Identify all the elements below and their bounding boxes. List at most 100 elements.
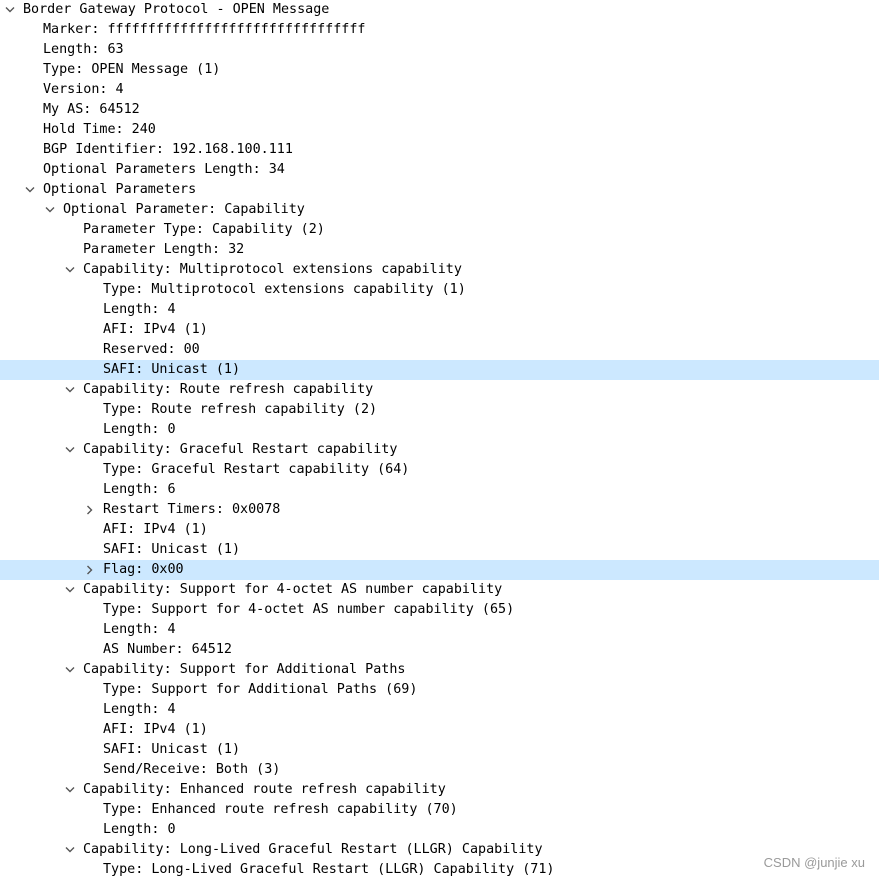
tree-row-label: Reserved: 00 [103, 342, 200, 357]
tree-row[interactable]: Capability: Graceful Restart capability [0, 440, 879, 460]
tree-row-label: Optional Parameters Length: 34 [43, 162, 285, 177]
tree-row[interactable]: Capability: Long-Lived Graceful Restart … [0, 840, 879, 860]
chevron-right-icon[interactable] [83, 500, 97, 520]
tree-row-label: Type: Graceful Restart capability (64) [103, 462, 410, 477]
tree-row[interactable]: My AS: 64512 [0, 100, 879, 120]
tree-row[interactable]: Length: 4 [0, 700, 879, 720]
tree-row[interactable]: Border Gateway Protocol - OPEN Message [0, 0, 879, 20]
tree-row[interactable]: AS Number: 64512 [0, 640, 879, 660]
tree-row-label: Capability: Multiprotocol extensions cap… [83, 262, 462, 277]
tree-row[interactable]: Capability: Enhanced route refresh capab… [0, 780, 879, 800]
tree-row[interactable]: Type: Multiprotocol extensions capabilit… [0, 280, 879, 300]
tree-row-label: AFI: IPv4 (1) [103, 322, 208, 337]
chevron-down-icon[interactable] [43, 200, 57, 220]
tree-row-label: AFI: IPv4 (1) [103, 522, 208, 537]
tree-row[interactable]: Reserved: 00 [0, 340, 879, 360]
tree-row-label: Type: OPEN Message (1) [43, 62, 221, 77]
tree-row[interactable]: Capability: Support for Additional Paths [0, 660, 879, 680]
tree-row-label: Capability: Route refresh capability [83, 382, 374, 397]
tree-row[interactable]: Hold Time: 240 [0, 120, 879, 140]
tree-row-label: Optional Parameters [43, 182, 197, 197]
chevron-down-icon[interactable] [63, 780, 77, 800]
tree-row[interactable]: Length: 6 [0, 480, 879, 500]
tree-row-label: Length: 63 [43, 42, 124, 57]
chevron-down-icon[interactable] [63, 440, 77, 460]
tree-row-label: BGP Identifier: 192.168.100.111 [43, 142, 293, 157]
chevron-down-icon[interactable] [3, 0, 17, 20]
tree-row-label: Type: Route refresh capability (2) [103, 402, 378, 417]
tree-row[interactable]: Capability: Route refresh capability [0, 380, 879, 400]
tree-row-label: AS Number: 64512 [103, 642, 232, 657]
tree-row-label: Length: 0 [103, 822, 176, 837]
tree-row[interactable]: SAFI: Unicast (1) [0, 360, 879, 380]
tree-row-label: Length: 0 [103, 422, 176, 437]
tree-row[interactable]: Flag: 0x00 [0, 560, 879, 580]
tree-row[interactable]: BGP Identifier: 192.168.100.111 [0, 140, 879, 160]
tree-row-label: Type: Support for Additional Paths (69) [103, 682, 418, 697]
tree-row[interactable]: Parameter Length: 32 [0, 240, 879, 260]
tree-row[interactable]: Parameter Type: Capability (2) [0, 220, 879, 240]
tree-row[interactable]: Type: Route refresh capability (2) [0, 400, 879, 420]
tree-row-label: Length: 6 [103, 482, 176, 497]
tree-row-label: Type: Multiprotocol extensions capabilit… [103, 282, 466, 297]
tree-row-label: AFI: IPv4 (1) [103, 722, 208, 737]
tree-row[interactable]: SAFI: Unicast (1) [0, 740, 879, 760]
tree-row-label: Hold Time: 240 [43, 122, 156, 137]
tree-row[interactable]: Restart Timers: 0x0078 [0, 500, 879, 520]
tree-row[interactable]: Type: Long-Lived Graceful Restart (LLGR)… [0, 860, 879, 880]
tree-row-label: Border Gateway Protocol - OPEN Message [23, 2, 330, 17]
tree-row-label: Restart Timers: 0x0078 [103, 502, 281, 517]
tree-row[interactable]: Optional Parameters Length: 34 [0, 160, 879, 180]
tree-row[interactable]: Type: Support for Additional Paths (69) [0, 680, 879, 700]
tree-row-label: Parameter Type: Capability (2) [83, 222, 325, 237]
chevron-right-icon[interactable] [83, 560, 97, 580]
tree-row-label: Type: Long-Lived Graceful Restart (LLGR)… [103, 862, 555, 877]
tree-row[interactable]: AFI: IPv4 (1) [0, 320, 879, 340]
tree-row[interactable]: Length: 63 [0, 40, 879, 60]
tree-row-label: Type: Support for 4-octet AS number capa… [103, 602, 515, 617]
tree-row-label: Version: 4 [43, 82, 124, 97]
tree-row[interactable]: Length: 0 [0, 420, 879, 440]
tree-row[interactable]: Capability: Support for 4-octet AS numbe… [0, 580, 879, 600]
tree-row-label: Send/Receive: Both (3) [103, 762, 281, 777]
tree-row-label: Flag: 0x00 [103, 562, 184, 577]
tree-row[interactable]: Length: 0 [0, 820, 879, 840]
tree-row[interactable]: AFI: IPv4 (1) [0, 520, 879, 540]
tree-row[interactable]: SAFI: Unicast (1) [0, 540, 879, 560]
tree-row[interactable]: AFI: IPv4 (1) [0, 720, 879, 740]
tree-row[interactable]: Version: 4 [0, 80, 879, 100]
tree-row-label: Capability: Support for 4-octet AS numbe… [83, 582, 503, 597]
tree-row-label: SAFI: Unicast (1) [103, 542, 241, 557]
tree-row-label: Capability: Graceful Restart capability [83, 442, 398, 457]
tree-row-label: Capability: Support for Additional Paths [83, 662, 406, 677]
tree-row[interactable]: Type: Graceful Restart capability (64) [0, 460, 879, 480]
tree-row[interactable]: Send/Receive: Both (3) [0, 760, 879, 780]
tree-row-label: SAFI: Unicast (1) [103, 362, 241, 377]
tree-row[interactable]: Type: Enhanced route refresh capability … [0, 800, 879, 820]
chevron-down-icon[interactable] [23, 180, 37, 200]
chevron-down-icon[interactable] [63, 580, 77, 600]
tree-row-label: Capability: Enhanced route refresh capab… [83, 782, 446, 797]
tree-row[interactable]: Marker: ffffffffffffffffffffffffffffffff [0, 20, 879, 40]
tree-row[interactable]: Length: 4 [0, 620, 879, 640]
tree-row[interactable]: Optional Parameters [0, 180, 879, 200]
tree-row-label: Parameter Length: 32 [83, 242, 245, 257]
chevron-down-icon[interactable] [63, 260, 77, 280]
watermark: CSDN @junjie xu [763, 855, 865, 870]
chevron-down-icon[interactable] [63, 840, 77, 860]
chevron-down-icon[interactable] [63, 380, 77, 400]
tree-row[interactable]: Optional Parameter: Capability [0, 200, 879, 220]
tree-row-label: Type: Enhanced route refresh capability … [103, 802, 458, 817]
tree-row-label: Optional Parameter: Capability [63, 202, 305, 217]
tree-row-label: Marker: ffffffffffffffffffffffffffffffff [43, 22, 366, 37]
tree-row-label: Capability: Long-Lived Graceful Restart … [83, 842, 543, 857]
tree-row-label: My AS: 64512 [43, 102, 140, 117]
tree-row[interactable]: Capability: Multiprotocol extensions cap… [0, 260, 879, 280]
tree-row-label: Length: 4 [103, 622, 176, 637]
packet-details-tree: Border Gateway Protocol - OPEN Message Ma… [0, 0, 879, 880]
tree-row[interactable]: Length: 4 [0, 300, 879, 320]
chevron-down-icon[interactable] [63, 660, 77, 680]
tree-row[interactable]: Type: Support for 4-octet AS number capa… [0, 600, 879, 620]
tree-row[interactable]: Type: OPEN Message (1) [0, 60, 879, 80]
tree-row-label: SAFI: Unicast (1) [103, 742, 241, 757]
